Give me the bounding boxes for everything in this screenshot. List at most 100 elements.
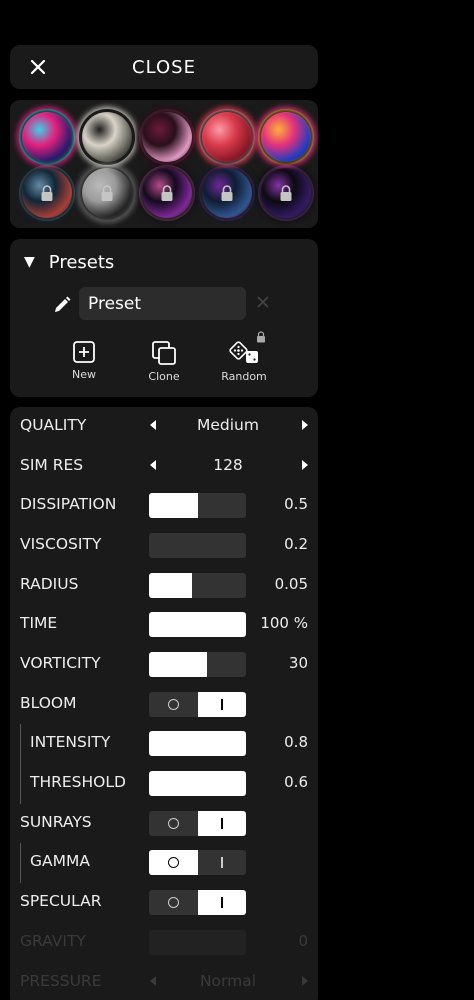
pressure-prev-icon [150,976,156,986]
fluid-preset-10-thumbnail[interactable] [261,168,311,218]
lock-icon [41,185,53,201]
new-label: New [72,368,96,381]
vorticity-value: 30 [288,654,308,672]
gamma-label: GAMMA [30,852,90,870]
bloom-off-option[interactable] [149,692,198,717]
sunrays-toggle[interactable] [149,811,246,836]
fluid-preset-6-thumbnail[interactable] [22,168,72,218]
time-row: TIME 100 % [10,605,318,645]
vorticity-row: VORTICITY 30 [10,645,318,685]
sim-res-row: SIM RES 128 [10,447,318,487]
random-lock-icon [257,331,265,343]
threshold-slider[interactable] [149,771,246,796]
clone-preset-button[interactable]: Clone [134,340,194,388]
sunrays-label: SUNRAYS [20,813,92,831]
radius-slider[interactable] [149,573,246,598]
specular-off-option[interactable] [149,890,198,915]
gamma-on-option[interactable] [198,850,247,875]
intensity-value: 0.8 [284,733,308,751]
collapse-triangle-icon[interactable]: ▼ [24,254,35,270]
gamma-off-option[interactable] [149,850,198,875]
sim-res-label: SIM RES [20,456,84,474]
fluid-preset-8-thumbnail[interactable] [142,168,192,218]
time-label: TIME [20,614,58,632]
off-circle-icon [167,857,179,868]
presets-panel: ▼ Presets New Clone [10,239,318,397]
dissipation-value: 0.5 [284,495,308,513]
fluid-preset-1-thumbnail[interactable] [22,112,72,162]
lock-icon [161,185,173,201]
threshold-value: 0.6 [284,773,308,791]
viscosity-slider[interactable] [149,533,246,558]
preset-name-input[interactable] [79,287,246,320]
vorticity-slider[interactable] [149,652,246,677]
thumbnail-glow [19,109,75,165]
quality-prev-icon[interactable] [149,419,157,431]
fluid-preset-7-thumbnail[interactable] [82,168,132,218]
sunrays-on-option[interactable] [197,811,246,836]
intensity-row: INTENSITY 0.8 [10,724,318,764]
off-circle-icon [167,699,179,710]
radius-row: RADIUS 0.05 [10,566,318,606]
pressure-next-icon [302,976,308,986]
intensity-label: INTENSITY [30,733,111,751]
pressure-row: PRESSURE Normal [10,963,318,1000]
gravity-value: 0 [298,932,308,950]
sim-res-prev-icon[interactable] [149,459,157,471]
radius-value: 0.05 [274,575,308,593]
presets-title: Presets [48,251,115,273]
fluid-preset-5-thumbnail[interactable] [261,112,311,162]
new-preset-button[interactable]: New [54,340,114,388]
bloom-row: BLOOM [10,685,318,725]
on-bar-icon [221,699,223,710]
quality-value: Medium [197,416,259,434]
random-label: Random [221,370,267,383]
bloom-on-option[interactable] [197,692,246,717]
bloom-toggle[interactable] [149,692,246,717]
intensity-slider[interactable] [149,731,246,756]
specular-on-option[interactable] [197,890,246,915]
fluid-preset-3-thumbnail[interactable] [142,112,192,162]
close-bar[interactable]: CLOSE [10,45,318,89]
quality-row: QUALITY Medium [10,407,318,447]
viscosity-label: VISCOSITY [20,535,102,553]
add-square-icon [73,341,95,363]
radius-slider-fill [149,573,192,598]
specular-row: SPECULAR [10,883,318,923]
lock-icon [280,185,292,201]
dissipation-slider[interactable] [149,493,246,518]
thumbnail-glow [139,109,195,165]
viscosity-value: 0.2 [284,535,308,553]
quality-label: QUALITY [20,416,87,434]
lock-icon [101,185,113,201]
time-slider[interactable] [149,612,246,637]
specular-toggle[interactable] [149,890,246,915]
pressure-value: Normal [199,972,257,990]
fluid-preset-9-thumbnail[interactable] [202,168,252,218]
time-value: 100 % [260,614,308,632]
quality-next-icon[interactable] [301,419,309,431]
random-preset-button[interactable]: Random [214,340,274,388]
radius-label: RADIUS [20,575,79,593]
fluid-preset-4-thumbnail[interactable] [202,112,252,162]
close-icon[interactable] [24,53,52,81]
preset-gallery [10,100,318,228]
gamma-toggle[interactable] [149,850,246,875]
sunrays-off-option[interactable] [149,811,198,836]
sim-res-next-icon[interactable] [301,459,309,471]
vorticity-label: VORTICITY [20,654,101,672]
off-circle-icon [167,818,179,829]
off-circle-icon [167,897,179,908]
lock-icon [221,185,233,201]
settings-panel: QUALITY Medium SIM RES 128 DISSIPATION 0… [10,407,318,1000]
clear-name-icon[interactable] [256,295,270,309]
on-bar-icon [221,818,223,829]
fluid-preset-2-thumbnail[interactable] [82,112,132,162]
gravity-slider [149,930,246,955]
close-label[interactable]: CLOSE [10,57,318,78]
presets-header[interactable]: ▼ Presets [24,249,114,275]
thumbnail-glow [199,109,255,165]
intensity-slider-fill [149,731,246,756]
threshold-row: THRESHOLD 0.6 [10,764,318,804]
gamma-row: GAMMA [10,843,318,883]
